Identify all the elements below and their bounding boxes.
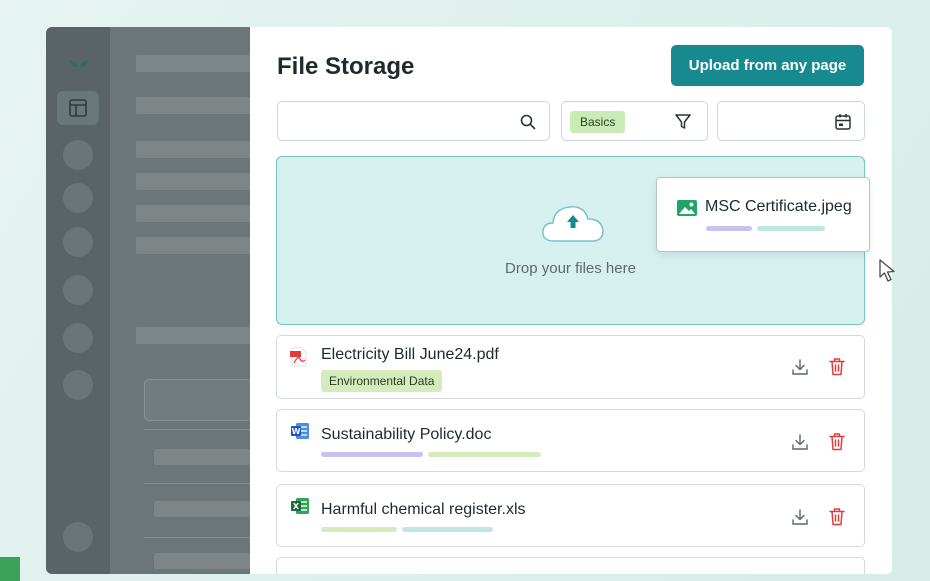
download-icon[interactable] — [791, 358, 809, 376]
file-name[interactable]: Harmful chemical register.xls — [321, 501, 526, 519]
download-icon[interactable] — [791, 508, 809, 526]
cursor-pointer-icon — [879, 259, 895, 282]
app-window: File Storage Upload from any page Basics… — [46, 27, 892, 574]
divider — [144, 537, 250, 538]
rail-item[interactable] — [63, 183, 93, 213]
tag-placeholder-pill — [321, 452, 423, 457]
filter-chip[interactable]: Basics — [570, 111, 626, 133]
placeholder-bar — [136, 173, 250, 190]
file-row[interactable] — [276, 557, 865, 574]
rail-item-storage[interactable] — [57, 91, 99, 125]
filter-select[interactable]: Basics — [561, 101, 708, 141]
rail-item[interactable] — [63, 227, 93, 257]
image-file-icon — [677, 200, 697, 216]
svg-text:W: W — [292, 427, 301, 436]
file-name[interactable]: Sustainability Policy.doc — [321, 426, 491, 444]
corner-accent — [0, 557, 20, 581]
leaf-logo-icon — [68, 57, 90, 78]
placeholder-bar — [154, 553, 250, 569]
placeholder-bar — [154, 501, 250, 517]
date-picker[interactable] — [717, 101, 865, 141]
dragged-file-name: MSC Certificate.jpeg — [705, 198, 852, 215]
table-icon — [69, 99, 87, 117]
calendar-icon[interactable] — [834, 113, 852, 131]
divider — [144, 483, 250, 484]
filter-icon[interactable] — [674, 113, 692, 131]
rail-item[interactable] — [63, 323, 93, 353]
pdf-file-icon — [290, 347, 307, 367]
cloud-upload-icon — [542, 206, 604, 242]
divider — [144, 429, 250, 430]
search-input[interactable] — [277, 101, 550, 141]
rail-item[interactable] — [63, 275, 93, 305]
delete-icon[interactable] — [828, 507, 846, 526]
tag-placeholder-pill — [402, 527, 493, 532]
tag-placeholder-pill — [757, 226, 825, 231]
upload-button[interactable]: Upload from any page — [671, 45, 864, 86]
delete-icon[interactable] — [828, 357, 846, 376]
tag-placeholder-pill — [321, 527, 397, 532]
delete-icon[interactable] — [828, 432, 846, 451]
placeholder-bar — [136, 55, 250, 72]
rail-item[interactable] — [63, 140, 93, 170]
icon-rail — [46, 27, 110, 574]
file-storage-panel: File Storage Upload from any page Basics… — [250, 27, 892, 574]
download-icon[interactable] — [791, 433, 809, 451]
file-row[interactable]: W Sustainability Policy.doc — [276, 409, 865, 472]
rail-item[interactable] — [63, 522, 93, 552]
file-name[interactable]: Electricity Bill June24.pdf — [321, 346, 499, 364]
file-row[interactable]: X Harmful chemical register.xls — [276, 484, 865, 547]
dragged-file-card[interactable]: MSC Certificate.jpeg — [656, 177, 870, 252]
svg-text:X: X — [293, 502, 300, 511]
placeholder-bar — [136, 327, 250, 344]
word-file-icon: W — [291, 423, 309, 439]
tag-placeholder-pill — [706, 226, 752, 231]
file-row[interactable]: Electricity Bill June24.pdf Environmenta… — [276, 335, 865, 399]
file-tag: Environmental Data — [321, 370, 443, 392]
page-title: File Storage — [277, 53, 415, 80]
rail-item[interactable] — [63, 370, 93, 400]
placeholder-bar — [136, 97, 250, 114]
placeholder-input — [144, 379, 251, 421]
placeholder-bar — [136, 141, 250, 158]
dropzone-text: Drop your files here — [505, 260, 636, 277]
placeholder-bar — [136, 237, 250, 254]
placeholder-bar — [154, 449, 250, 465]
tag-placeholder-pill — [428, 452, 541, 457]
excel-file-icon: X — [291, 498, 309, 514]
placeholder-bar — [136, 205, 250, 222]
search-icon — [520, 114, 536, 130]
